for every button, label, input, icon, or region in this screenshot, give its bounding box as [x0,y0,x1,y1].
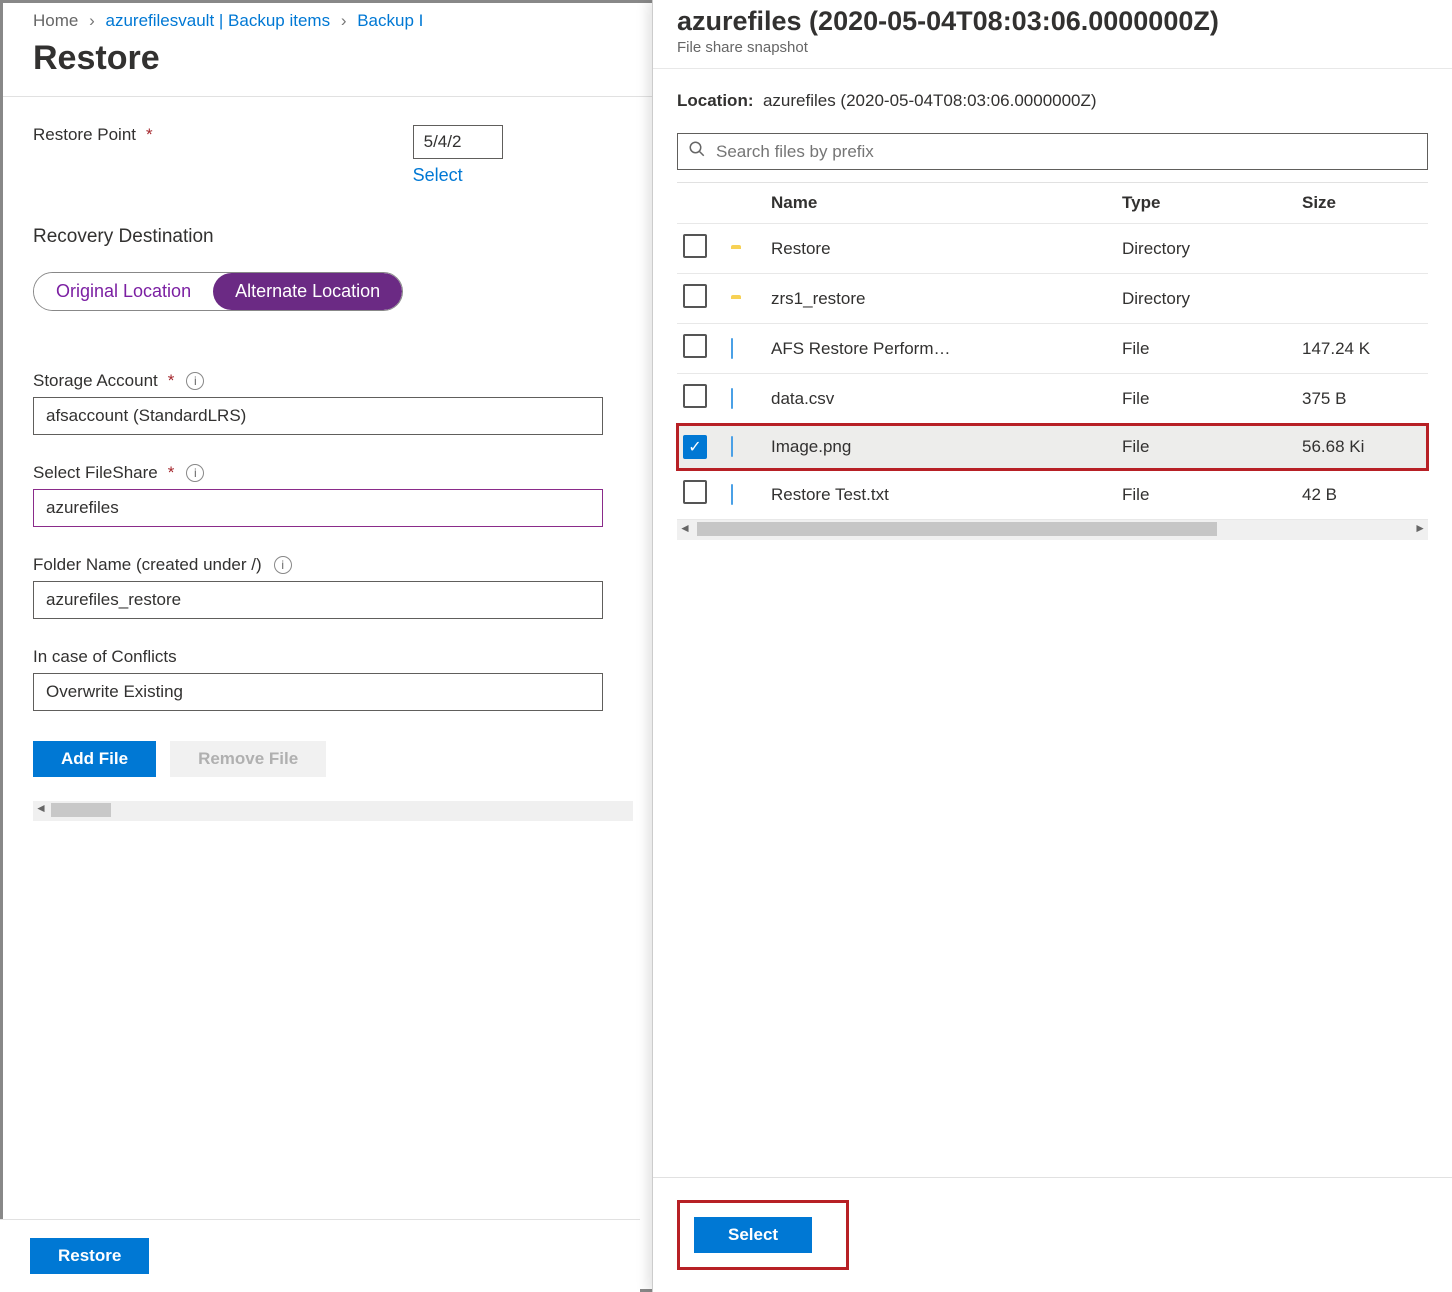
chevron-right-icon: › [341,11,347,30]
select-button-callout: Select [677,1200,849,1270]
row-type: File [1122,437,1302,457]
conflicts-label: In case of Conflicts [33,647,613,667]
search-box[interactable] [677,133,1428,170]
row-size: 56.68 Ki [1302,437,1422,457]
row-name[interactable]: Image.png [771,437,1122,457]
breadcrumb-current[interactable]: Backup I [357,11,423,30]
row-type: File [1122,339,1302,359]
fileshare-label: Select FileShare* i [33,463,613,483]
remove-file-button: Remove File [170,741,326,777]
recovery-destination-toggle[interactable]: Original Location Alternate Location [33,272,403,311]
row-name[interactable]: zrs1_restore [771,289,1122,309]
file-icon [731,437,771,457]
location-row: Location: azurefiles (2020-05-04T08:03:0… [677,91,1428,111]
row-type: File [1122,389,1302,409]
info-icon[interactable]: i [274,556,292,574]
chevron-right-icon: › [89,11,95,30]
table-row[interactable]: RestoreDirectory [677,224,1428,274]
recovery-destination-heading: Recovery Destination [33,226,613,248]
table-row[interactable]: ✓ Image.pngFile56.68 Ki [677,424,1428,470]
search-icon [688,140,706,163]
row-name[interactable]: data.csv [771,389,1122,409]
pill-alternate-location[interactable]: Alternate Location [213,273,402,310]
row-checkbox[interactable] [683,480,707,504]
table-row[interactable]: data.csvFile375 B [677,374,1428,424]
table-row[interactable]: AFS Restore Perform…File147.24 K [677,324,1428,374]
row-size: 42 B [1302,485,1422,505]
file-table: Name Type Size RestoreDirectoryzrs1_rest… [677,182,1428,540]
select-button[interactable]: Select [694,1217,812,1253]
file-icon [731,485,771,505]
breadcrumb-home[interactable]: Home [33,11,78,30]
storage-account-label: Storage Account* i [33,371,613,391]
fileshare-input[interactable]: azurefiles [33,489,603,527]
select-restore-point-link[interactable]: Select [413,165,463,186]
restore-point-label: Restore Point* [33,125,153,145]
table-horizontal-scrollbar[interactable] [677,520,1428,540]
conflicts-input[interactable]: Overwrite Existing [33,673,603,711]
folder-name-label: Folder Name (created under /) i [33,555,613,575]
horizontal-scrollbar[interactable] [33,801,633,821]
row-name[interactable]: Restore Test.txt [771,485,1122,505]
table-row[interactable]: zrs1_restoreDirectory [677,274,1428,324]
location-value: azurefiles (2020-05-04T08:03:06.0000000Z… [763,91,1097,110]
file-icon [731,389,771,409]
restore-point-value[interactable]: 5/4/2 [413,125,503,159]
breadcrumb-vault[interactable]: azurefilesvault | Backup items [106,11,331,30]
col-type[interactable]: Type [1122,193,1302,213]
row-checkbox[interactable] [683,284,707,308]
col-name[interactable]: Name [771,193,1122,213]
panel-title: azurefiles (2020-05-04T08:03:06.0000000Z… [677,6,1428,37]
folder-name-input[interactable]: azurefiles_restore [33,581,603,619]
restore-button[interactable]: Restore [30,1238,149,1274]
row-checkbox[interactable] [683,234,707,258]
file-picker-panel: azurefiles (2020-05-04T08:03:06.0000000Z… [652,0,1452,1292]
col-size[interactable]: Size [1302,193,1422,213]
row-type: File [1122,485,1302,505]
table-row[interactable]: Restore Test.txtFile42 B [677,470,1428,520]
row-checkbox[interactable]: ✓ [683,435,707,459]
info-icon[interactable]: i [186,372,204,390]
row-name[interactable]: AFS Restore Perform… [771,339,1122,359]
row-type: Directory [1122,289,1302,309]
row-checkbox[interactable] [683,334,707,358]
row-type: Directory [1122,239,1302,259]
panel-subtitle: File share snapshot [677,39,1428,56]
row-checkbox[interactable] [683,384,707,408]
info-icon[interactable]: i [186,464,204,482]
pill-original-location[interactable]: Original Location [34,273,213,310]
table-header: Name Type Size [677,183,1428,224]
add-file-button[interactable]: Add File [33,741,156,777]
file-icon [731,339,771,359]
row-size: 147.24 K [1302,339,1422,359]
search-input[interactable] [716,142,1417,162]
row-name[interactable]: Restore [771,239,1122,259]
row-size: 375 B [1302,389,1422,409]
storage-account-input[interactable]: afsaccount (StandardLRS) [33,397,603,435]
